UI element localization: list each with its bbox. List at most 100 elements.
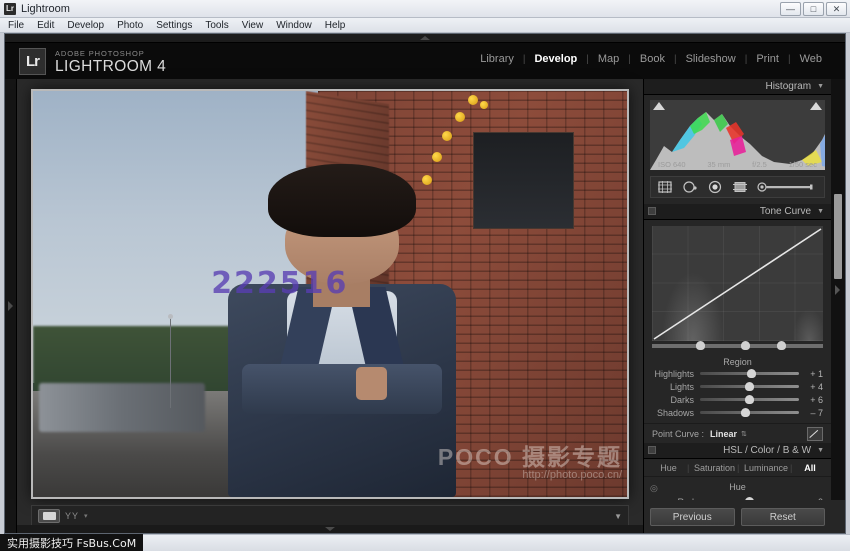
watermark-number: 222516 — [211, 266, 348, 301]
tab-luminance[interactable]: Luminance — [744, 463, 788, 473]
chevron-down-icon[interactable]: ▼ — [817, 447, 824, 454]
tab-hue[interactable]: Hue — [652, 463, 685, 473]
left-panel-collapse-toggle[interactable] — [5, 79, 17, 533]
maximize-button[interactable]: □ — [803, 2, 824, 16]
menu-item-develop[interactable]: Develop — [67, 20, 104, 31]
tab-divider: | — [737, 463, 742, 473]
histogram-graph[interactable]: ISO 640 35 mm f/2.5 1/50 sec — [650, 100, 825, 170]
slider-hue-red[interactable]: Red 0 — [644, 495, 831, 500]
photo-image[interactable]: 222516 POCO 摄影专题 http://photo.poco.cn/ — [33, 91, 627, 497]
slider-track[interactable] — [700, 398, 799, 401]
tab-all[interactable]: All — [797, 463, 823, 473]
histogram-title: Histogram — [765, 81, 811, 92]
right-panel-scrollbar[interactable] — [831, 79, 845, 500]
chevron-updown-icon[interactable]: ⇅ — [741, 430, 747, 438]
module-develop[interactable]: Develop — [525, 53, 586, 65]
window-controls: — □ ✕ — [780, 2, 847, 16]
slider-lights[interactable]: Lights + 4 — [644, 380, 831, 393]
chevron-down-icon[interactable]: ▼ — [817, 83, 824, 90]
identity-plate[interactable]: Lr ADOBE PHOTOSHOP LIGHTROOM 4 — [19, 48, 166, 75]
slider-label: Lights — [652, 382, 700, 392]
scrollbar-thumb[interactable] — [834, 194, 842, 279]
spot-removal-icon[interactable] — [682, 180, 698, 194]
slider-darks[interactable]: Darks + 6 — [644, 393, 831, 406]
toolbar-options-chevron-icon[interactable]: ▼ — [614, 512, 622, 521]
point-curve-edit-button[interactable] — [807, 427, 823, 441]
shadow-clipping-indicator[interactable] — [653, 102, 665, 110]
chevron-right-icon[interactable] — [835, 285, 840, 295]
point-curve-row: Point Curve : Linear ⇅ — [644, 423, 831, 443]
red-eye-icon[interactable] — [707, 180, 723, 194]
slider-handle[interactable] — [745, 382, 754, 391]
hsl-title: HSL / Color / B & W — [723, 445, 811, 456]
watermark-poco: POCO 摄影专题 http://photo.poco.cn/ — [438, 445, 622, 481]
split-handle-shadows[interactable] — [696, 341, 705, 350]
adjustment-brush-icon[interactable] — [757, 181, 815, 193]
highlight-clipping-indicator[interactable] — [810, 102, 822, 110]
identity-plate-bar: Lr ADOBE PHOTOSHOP LIGHTROOM 4 Library |… — [5, 34, 845, 79]
slider-track[interactable] — [700, 372, 799, 375]
slider-label: Shadows — [652, 408, 700, 418]
slider-track[interactable] — [700, 411, 799, 414]
exif-aperture: f/2.5 — [752, 160, 767, 169]
subject-hair — [268, 164, 415, 237]
module-web[interactable]: Web — [791, 53, 831, 65]
tone-curve-graph[interactable] — [652, 226, 823, 341]
module-library[interactable]: Library — [471, 53, 523, 65]
graduated-filter-icon[interactable] — [732, 180, 748, 194]
hsl-panel-header[interactable]: HSL / Color / B & W ▼ — [644, 443, 831, 459]
split-handle-highlights[interactable] — [777, 341, 786, 350]
brand-text: ADOBE PHOTOSHOP LIGHTROOM 4 — [55, 49, 166, 75]
module-book[interactable]: Book — [631, 53, 674, 65]
slider-highlights[interactable]: Highlights + 1 — [644, 367, 831, 380]
panel-switch-icon[interactable] — [648, 207, 656, 215]
menu-item-tools[interactable]: Tools — [205, 20, 228, 31]
tab-saturation[interactable]: Saturation — [694, 463, 735, 473]
exif-focal-length: 35 mm — [707, 160, 730, 169]
previous-button[interactable]: Previous — [650, 508, 735, 526]
menu-item-edit[interactable]: Edit — [37, 20, 54, 31]
menu-item-settings[interactable]: Settings — [156, 20, 192, 31]
street-lamp — [170, 318, 172, 407]
slider-handle[interactable] — [747, 369, 756, 378]
slider-handle[interactable] — [745, 497, 754, 501]
slider-shadows[interactable]: Shadows – 7 — [644, 406, 831, 419]
histogram-panel-header[interactable]: Histogram ▼ — [644, 79, 831, 95]
menu-item-window[interactable]: Window — [276, 20, 312, 31]
menu-item-file[interactable]: File — [8, 20, 24, 31]
crop-overlay-icon[interactable] — [657, 180, 673, 194]
slider-handle[interactable] — [741, 408, 750, 417]
lightroom-badge-icon: Lr — [19, 48, 46, 75]
panel-switch-icon[interactable] — [648, 446, 656, 454]
menu-item-help[interactable]: Help — [325, 20, 346, 31]
loupe-view-icon[interactable] — [38, 509, 60, 523]
menu-item-photo[interactable]: Photo — [117, 20, 143, 31]
top-panel-collapse-toggle[interactable] — [5, 34, 845, 43]
slider-value: – 7 — [799, 408, 823, 418]
filmstrip-collapse-toggle[interactable] — [17, 525, 643, 533]
minimize-button[interactable]: — — [780, 2, 801, 16]
module-print[interactable]: Print — [747, 53, 788, 65]
hue-label-text: Hue — [729, 482, 746, 492]
point-curve-value[interactable]: Linear — [710, 429, 737, 439]
hsl-tab-row: Hue | Saturation | Luminance | All — [644, 459, 831, 477]
module-map[interactable]: Map — [589, 53, 628, 65]
slider-value: + 6 — [799, 395, 823, 405]
tab-divider: | — [790, 463, 795, 473]
close-button[interactable]: ✕ — [826, 2, 847, 16]
chevron-down-icon[interactable]: ▼ — [817, 208, 824, 215]
slider-handle[interactable] — [745, 395, 754, 404]
menu-item-view[interactable]: View — [242, 20, 264, 31]
brand-line-1: ADOBE PHOTOSHOP — [55, 49, 166, 58]
reset-button[interactable]: Reset — [741, 508, 826, 526]
compare-view-button[interactable]: YY — [65, 511, 79, 521]
slider-track[interactable] — [700, 385, 799, 388]
statusbar: 实用摄影技巧 FsBus.CoM — [0, 534, 850, 551]
target-adjust-icon[interactable]: ◎ — [650, 483, 658, 494]
chevron-down-icon[interactable]: ▾ — [84, 512, 88, 520]
module-slideshow[interactable]: Slideshow — [677, 53, 745, 65]
split-handle-midtones[interactable] — [741, 341, 750, 350]
photo-frame: 222516 POCO 摄影专题 http://photo.poco.cn/ — [31, 89, 629, 499]
tone-curve-panel-header[interactable]: Tone Curve ▼ — [644, 204, 831, 220]
module-picker: Library | Develop | Map | Book | Slidesh… — [471, 53, 831, 65]
